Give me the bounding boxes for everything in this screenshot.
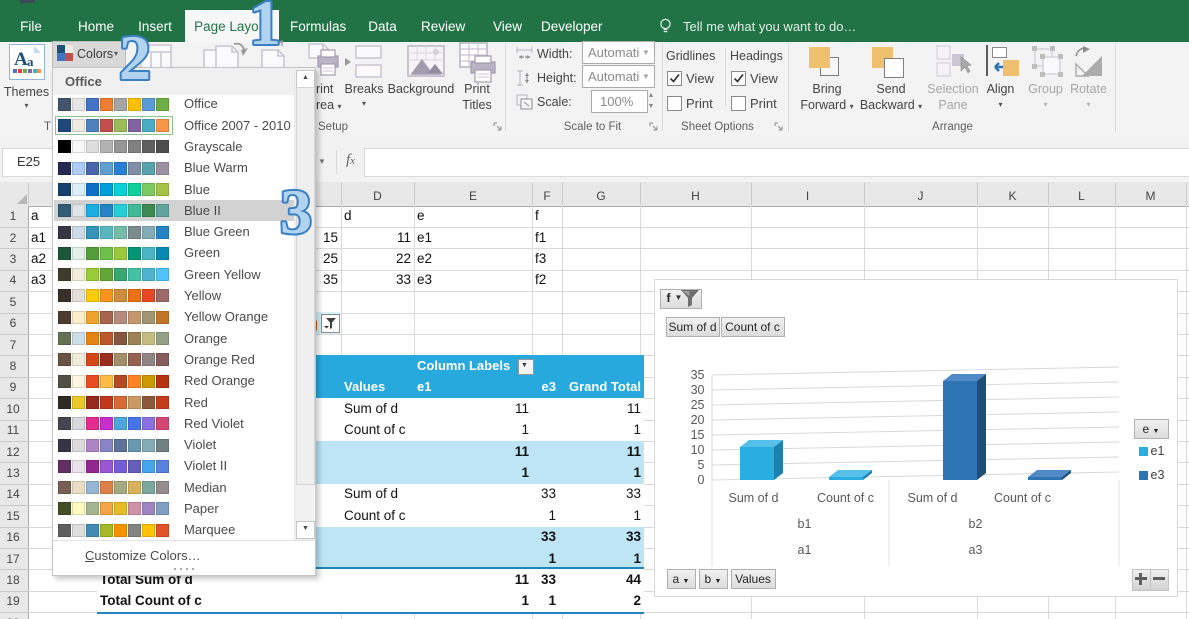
svg-text:1: 1 (249, 0, 281, 58)
svg-text:2: 2 (119, 23, 151, 93)
svg-text:3: 3 (280, 177, 312, 247)
svg-text:A: A (14, 49, 28, 70)
svg-text:a: a (27, 54, 34, 69)
